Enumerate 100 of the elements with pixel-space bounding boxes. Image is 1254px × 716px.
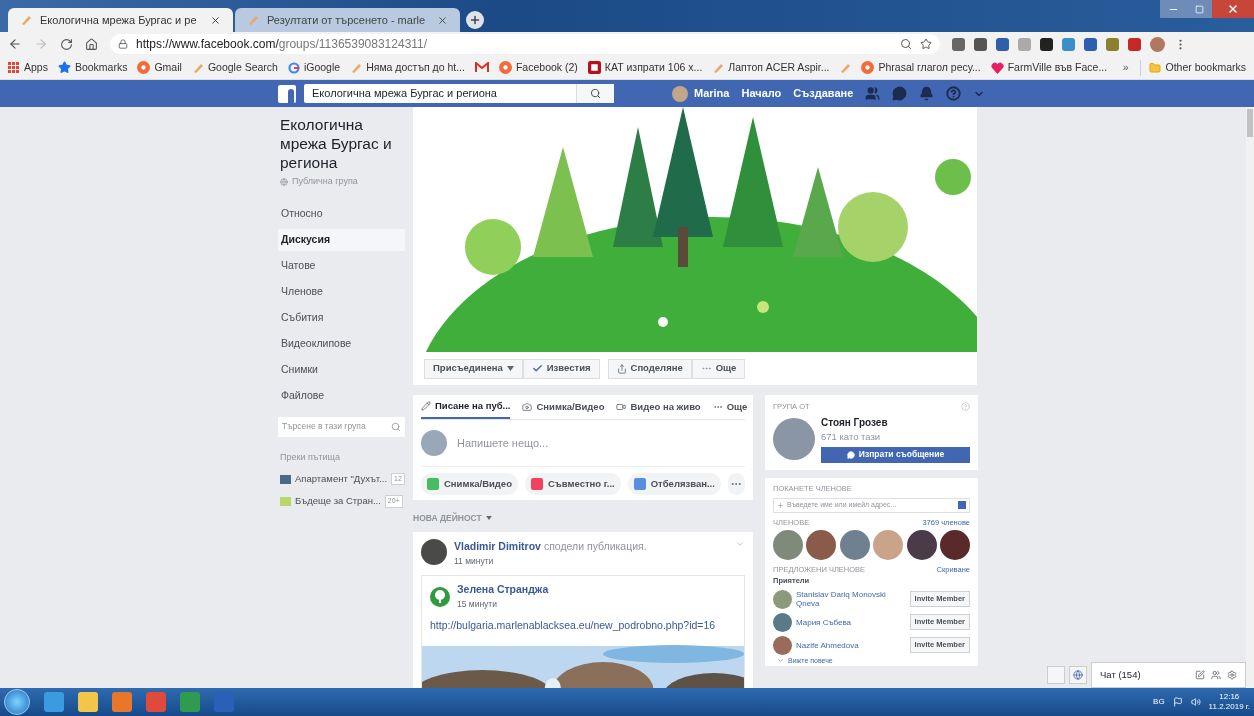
bookmark-star-icon[interactable] <box>920 38 932 50</box>
other-bookmarks-link[interactable]: Other bookmarks <box>1149 59 1246 76</box>
group-action-button[interactable]: Споделяне <box>607 358 692 379</box>
owner-name[interactable]: Стоян Грозев <box>821 415 970 431</box>
globe-button[interactable] <box>1069 666 1087 684</box>
more-bookmarks-button[interactable]: » <box>1122 59 1129 76</box>
composer-tab[interactable]: Видео на живо <box>616 395 701 419</box>
plus-icon <box>777 501 784 509</box>
bookmark-link[interactable]: Facebook (2) <box>498 59 578 76</box>
close-window-button[interactable] <box>1212 0 1254 18</box>
pencil-icon <box>350 61 363 74</box>
composer-tab[interactable]: Още <box>712 395 748 419</box>
folder-icon <box>1149 61 1162 74</box>
bookmark-link[interactable]: Apps <box>8 59 48 76</box>
start-button[interactable] <box>4 689 30 715</box>
search-field[interactable]: Екологична мрежа Бургас и региона <box>304 84 614 103</box>
bookmark-link[interactable]: Google Search <box>191 59 278 76</box>
sidebar-item[interactable]: Файлове <box>278 384 405 407</box>
pencil-icon <box>191 61 204 74</box>
sidebar-item[interactable]: Членове <box>278 280 405 303</box>
bookmark-link[interactable]: Phrasal глагол ресу... <box>861 59 981 76</box>
friend-name[interactable]: Мария Събева <box>796 617 906 627</box>
browser-tab[interactable]: Екологична мрежа Бургас и ре <box>8 8 233 32</box>
pencil-icon <box>839 61 852 74</box>
help-icon[interactable] <box>946 86 962 101</box>
profile-link[interactable]: Marina <box>672 85 730 102</box>
settings-icon[interactable] <box>1227 670 1237 680</box>
address-bar[interactable]: https://www.facebook.com/groups/1136539083124311/ <box>110 34 940 54</box>
globe-icon <box>280 177 288 186</box>
back-icon[interactable] <box>8 37 22 51</box>
nav-link[interactable]: Начало <box>741 85 782 102</box>
post-input[interactable]: Напишете нещо... <box>457 434 745 452</box>
member-avatar <box>939 530 970 560</box>
compose-icon[interactable] <box>1195 670 1205 680</box>
bookmark-link[interactable]: iGoogle <box>287 59 341 76</box>
post-time: 11 минути <box>454 554 495 568</box>
camera-icon <box>522 402 533 412</box>
shortcut-link[interactable]: Апартамент "Духът... <box>295 472 388 487</box>
bookmark-link[interactable]: Лаптоп ACER Aspir... <box>712 59 830 76</box>
bookmark-link[interactable]: КАТ изпрати 106 х... <box>587 59 703 76</box>
caret-icon <box>506 366 514 371</box>
sidebar-item[interactable]: Относно <box>278 202 405 225</box>
composer-tab[interactable]: Снимка/Видео <box>522 395 605 419</box>
shortcut-icon <box>280 496 291 506</box>
friend-name[interactable]: Nazife Ahmedova <box>796 640 906 650</box>
bookmark-link[interactable]: Bookmarks <box>57 59 128 76</box>
extension-icon[interactable] <box>974 37 987 51</box>
bookmark-link[interactable]: FarmVille във Face... <box>990 59 1108 76</box>
composer-action-button[interactable]: Отбелязван... <box>627 473 721 495</box>
group-action-button[interactable]: Присъединена <box>424 358 523 379</box>
more-button[interactable] <box>727 473 745 495</box>
friend-name[interactable]: Stanislav Dariq Monovski Qneva <box>796 590 906 608</box>
bookmark-link[interactable] <box>474 62 489 73</box>
search-icon[interactable] <box>590 88 601 99</box>
extension-icon[interactable] <box>1040 37 1053 51</box>
friends-icon[interactable] <box>865 86 881 101</box>
group-action-button[interactable]: Още <box>691 358 746 379</box>
sidebar-item[interactable]: Чатове <box>278 254 405 277</box>
close-icon[interactable] <box>437 14 448 26</box>
sidebar-item[interactable]: Видеоклипове <box>278 332 405 355</box>
logo-icon[interactable] <box>278 84 296 103</box>
check-icon <box>531 363 543 374</box>
pencil-icon <box>20 14 32 26</box>
composer-action-button[interactable]: Съвместно г... <box>524 473 621 495</box>
home-icon[interactable] <box>85 37 98 51</box>
group-action-button[interactable]: Известия <box>522 358 600 379</box>
notifications-icon[interactable] <box>919 86 935 101</box>
volume-icon[interactable] <box>1190 697 1201 707</box>
sidebar-item[interactable]: Снимки <box>278 358 405 381</box>
reload-icon[interactable] <box>60 37 73 51</box>
composer-action-button[interactable]: Снимка/Видео <box>421 473 518 495</box>
apps-icon <box>8 61 20 74</box>
shortcut-link[interactable]: Бъдеще за Стран... <box>295 494 381 509</box>
privacy-label: Публична група <box>292 175 358 188</box>
caret-icon <box>777 657 784 665</box>
caret-icon[interactable] <box>485 516 492 521</box>
scrollbar-thumb[interactable] <box>1247 109 1253 137</box>
forward-icon[interactable] <box>34 37 48 51</box>
post-header: Vladimir Dimitrov сподели публикация. <box>454 538 648 554</box>
new-tab-button[interactable] <box>466 11 484 29</box>
bookmark-link[interactable] <box>839 61 852 74</box>
owner-avatar <box>773 417 815 460</box>
send-message-button[interactable]: Изпрати съобщение <box>821 446 970 463</box>
bookmark-link[interactable]: Gmail <box>137 59 182 76</box>
nav-link[interactable]: Създаване <box>793 85 854 102</box>
sidebar-item[interactable]: Дискусия <box>278 228 405 251</box>
messages-icon[interactable] <box>892 86 908 101</box>
group-title[interactable]: Екологична мрежа Бургас и региона <box>278 115 405 172</box>
sidebar-item[interactable]: Събития <box>278 306 405 329</box>
page-name[interactable]: Зелена Странджа <box>457 582 549 598</box>
close-icon[interactable] <box>210 14 221 26</box>
browser-tab[interactable]: Резултати от търсенето - marle <box>235 8 460 32</box>
post-link[interactable]: http://bulgaria.marlenablacksea.eu/new_podrobno.php?id=16 <box>430 617 736 634</box>
language-indicator[interactable]: BG <box>1153 696 1165 708</box>
flag-icon[interactable] <box>1172 697 1183 707</box>
composer-tab[interactable]: Писане на пуб... <box>421 395 511 419</box>
maximize-button[interactable] <box>1186 0 1212 18</box>
group-icon[interactable] <box>1211 670 1221 680</box>
bookmark-link[interactable]: Няма достъп до ht... <box>350 59 465 76</box>
zoom-icon[interactable] <box>900 38 912 50</box>
